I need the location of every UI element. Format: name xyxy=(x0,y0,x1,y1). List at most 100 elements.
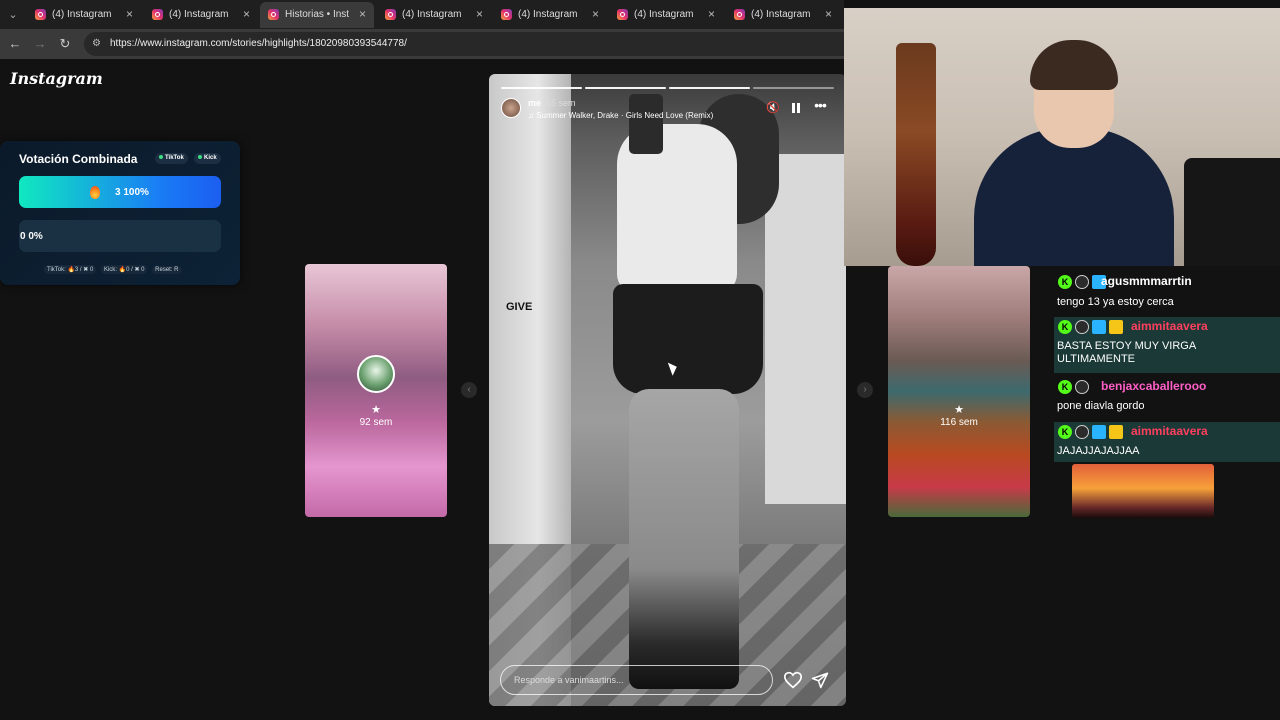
browser-tab[interactable]: (4) Instagram × xyxy=(144,2,258,28)
tiktok-pill-label: TikTok xyxy=(165,155,184,161)
user-badge-icon xyxy=(1075,425,1089,439)
vote-bar-option-1: 3 100% xyxy=(19,176,221,208)
reply-field[interactable] xyxy=(500,665,773,695)
story-progress-segment xyxy=(501,87,582,89)
instagram-logo[interactable]: Instagram xyxy=(10,69,103,88)
instagram-favicon-icon xyxy=(385,9,396,20)
vote-title: Votación Combinada xyxy=(19,152,138,166)
story-photo-shorts xyxy=(613,284,763,394)
chat-image-sunset xyxy=(1072,464,1214,518)
highlight-star-icon: ★ xyxy=(371,404,381,416)
webcam-overlay xyxy=(844,8,1280,266)
story-progress-segment xyxy=(669,87,750,89)
story-progress-bar xyxy=(501,87,834,89)
browser-tab-active[interactable]: Historias • Instagram × xyxy=(260,2,374,28)
vote-bar-option-2: 0 0% xyxy=(19,220,221,252)
browser-tab[interactable]: (4) Instagram × xyxy=(726,2,840,28)
kick-badge-icon: K xyxy=(1058,425,1072,439)
vote-bar-1-text: 3 100% xyxy=(115,187,149,198)
user-badge-icon xyxy=(1075,380,1089,394)
tab-close-icon[interactable]: × xyxy=(476,7,483,21)
instagram-favicon-icon xyxy=(152,9,163,20)
tab-label: (4) Instagram xyxy=(518,9,578,20)
highlight-star-icon: ★ xyxy=(954,404,964,416)
tab-label: (4) Instagram xyxy=(751,9,811,20)
chat-badges: K xyxy=(1058,380,1092,394)
tiktok-pill: TikTok xyxy=(155,153,188,164)
previous-story-chevron-icon[interactable]: ‹ xyxy=(461,382,477,398)
story-photo-door xyxy=(765,154,846,504)
url-text[interactable]: https://www.instagram.com/stories/highli… xyxy=(110,38,407,49)
site-info-icon[interactable]: ⚙ xyxy=(92,38,101,49)
tab-label: (4) Instagram xyxy=(402,9,462,20)
story-photo-phone xyxy=(629,94,663,154)
status-dot-icon xyxy=(159,155,163,160)
instagram-favicon-icon xyxy=(501,9,512,20)
tab-search-icon[interactable]: ⌄ xyxy=(4,6,22,24)
tab-label: (4) Instagram xyxy=(634,9,694,20)
tab-close-icon[interactable]: × xyxy=(126,7,133,21)
chat-text: pone diavla gordo xyxy=(1057,400,1145,412)
pause-icon[interactable] xyxy=(789,101,803,115)
chat-message: K aimmitaavera BASTA ESTOY MUY VIRGA ULT… xyxy=(1054,317,1280,373)
story-time: 55 sem xyxy=(546,98,576,108)
instagram-favicon-icon xyxy=(268,9,279,20)
story-photo-legs xyxy=(629,389,739,689)
webcam-streamer-hair xyxy=(1030,40,1118,90)
chat-message: K aimmitaavera JAJAJJAJAJJAA xyxy=(1054,422,1280,462)
story-preview-previous[interactable]: ★ 92 sem xyxy=(305,264,447,517)
tab-close-icon[interactable]: × xyxy=(825,7,832,21)
instagram-favicon-icon xyxy=(617,9,628,20)
footer-reset: Reset: R xyxy=(152,266,182,274)
story-song[interactable]: ♫ Summer Walker, Drake · Girls Need Love… xyxy=(528,111,713,120)
heart-icon[interactable] xyxy=(783,671,803,689)
kick-badge-icon: K xyxy=(1058,380,1072,394)
chat-text: tengo 13 ya estoy cerca xyxy=(1057,296,1174,308)
story-preview-next[interactable]: ★ 116 sem xyxy=(888,266,1030,517)
send-icon[interactable] xyxy=(811,671,829,689)
browser-tab[interactable]: (4) Instagram × xyxy=(27,2,141,28)
kick-pill: Kick xyxy=(194,153,221,164)
story-username[interactable]: me xyxy=(528,98,541,108)
tab-close-icon[interactable]: × xyxy=(592,7,599,21)
story-viewer[interactable]: me 55 sem ♫ Summer Walker, Drake · Girls… xyxy=(489,74,846,706)
browser-toolbar: ← → ↻ ⚙ https://www.instagram.com/storie… xyxy=(0,29,844,59)
kick-badge-icon: K xyxy=(1058,320,1072,334)
vote-bar-2-text: 0 0% xyxy=(20,231,43,242)
kick-pill-label: Kick xyxy=(204,155,217,161)
chat-text: JAJAJJAJAJJAA xyxy=(1057,445,1140,457)
more-options-icon[interactable]: ••• xyxy=(811,98,829,114)
chat-username: aimmitaavera xyxy=(1131,424,1208,438)
chat-badges: K xyxy=(1058,425,1126,439)
next-story-chevron-icon[interactable]: › xyxy=(857,382,873,398)
chat-message: K agusmmmarrtin tengo 13 ya estoy cerca xyxy=(1054,272,1280,312)
tab-close-icon[interactable]: × xyxy=(243,7,250,21)
chat-username: agusmmmarrtin xyxy=(1101,274,1192,288)
vote-widget: Votación Combinada TikTok Kick 3 100% 0 … xyxy=(0,141,240,285)
forward-arrow-icon[interactable]: → xyxy=(32,36,48,52)
back-arrow-icon[interactable]: ← xyxy=(7,36,23,52)
status-dot-icon xyxy=(198,155,202,160)
vote-footer: TikTok: 🔥3 / ✖ 0 Kick: 🔥0 / ✖ 0 Reset: R xyxy=(44,265,185,274)
kick-badge-icon: K xyxy=(1058,275,1072,289)
tab-close-icon[interactable]: × xyxy=(359,7,366,21)
chat-username: benjaxcaballerooo xyxy=(1101,379,1207,393)
stream-chat-overlay: K agusmmmarrtin tengo 13 ya estoy cerca … xyxy=(1054,272,1280,462)
address-bar[interactable]: ⚙ https://www.instagram.com/stories/high… xyxy=(84,32,844,56)
story-author-avatar[interactable] xyxy=(501,98,521,118)
fire-icon xyxy=(90,186,100,199)
crown-badge-icon xyxy=(1109,320,1123,334)
reply-input[interactable] xyxy=(514,675,754,685)
footer-kick-count: Kick: 🔥0 / ✖ 0 xyxy=(100,265,148,274)
tab-close-icon[interactable]: × xyxy=(708,7,715,21)
instagram-favicon-icon xyxy=(35,9,46,20)
browser-tab[interactable]: (4) Instagram × xyxy=(493,2,607,28)
chat-username: aimmitaavera xyxy=(1131,319,1208,333)
browser-tab[interactable]: (4) Instagram × xyxy=(377,2,491,28)
webcam-microphone xyxy=(1184,158,1280,266)
tab-label: Historias • Instagram xyxy=(285,9,349,20)
browser-tab[interactable]: (4) Instagram × xyxy=(609,2,723,28)
instagram-favicon-icon xyxy=(734,9,745,20)
mute-icon[interactable]: 🔇 xyxy=(766,101,780,115)
reload-icon[interactable]: ↻ xyxy=(57,36,73,52)
